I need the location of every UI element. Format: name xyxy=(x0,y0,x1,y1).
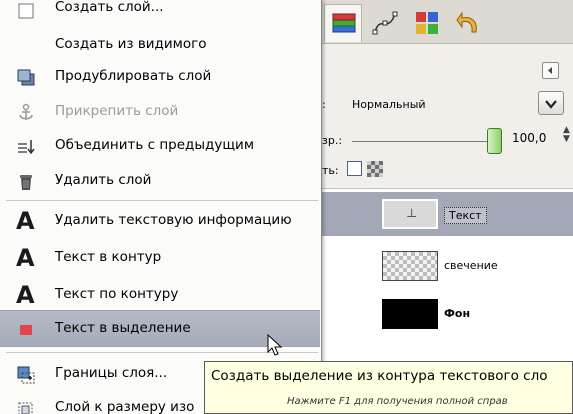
menu-item-new-layer[interactable]: Создать слой... xyxy=(0,0,320,27)
tab-paths[interactable] xyxy=(366,4,404,42)
menu-item-anchor-layer[interactable]: Прикрепить слой xyxy=(0,94,320,131)
menu-item-label: Продублировать слой xyxy=(55,68,212,84)
menu-item-label: Слой к размеру изо xyxy=(55,399,195,414)
merge-down-icon xyxy=(18,140,35,155)
menu-item-discard-text-info[interactable]: A Удалить текстовую информацию xyxy=(0,203,320,240)
menu-item-duplicate-layer[interactable]: Продублировать слой xyxy=(0,59,320,96)
menu-item-merge-down[interactable]: Объединить с предыдущим xyxy=(0,128,320,165)
layer-to-image-size-icon xyxy=(18,402,33,414)
dock-tab-bar xyxy=(318,0,573,44)
trash-icon xyxy=(20,175,32,190)
opacity-label: зр.: xyxy=(322,134,343,147)
panel-menu-button[interactable] xyxy=(542,62,559,79)
menu-item-label: Прикрепить слой xyxy=(55,103,179,119)
opacity-value[interactable]: 100,0 xyxy=(512,131,546,145)
lock-alpha-icon[interactable] xyxy=(367,161,383,177)
layer-row-background[interactable]: Фон xyxy=(318,292,573,336)
colormap-icon xyxy=(416,12,438,34)
layers-icon xyxy=(332,13,356,33)
menu-item-label: Текст по контуру xyxy=(55,286,179,302)
paths-icon xyxy=(372,11,398,35)
mode-dropdown-button[interactable] xyxy=(538,91,564,115)
lock-pixels-checkbox[interactable] xyxy=(347,161,362,176)
menu-item-text-along-path[interactable]: A Текст по контуру xyxy=(0,277,320,314)
opacity-spin-buttons[interactable]: ▲ ▼ xyxy=(560,126,573,154)
layer-name[interactable]: Текст xyxy=(444,207,487,224)
tooltip-hint: Нажмите F1 для получения полной справ xyxy=(287,396,508,407)
text-to-selection-icon xyxy=(20,325,32,335)
menu-item-label: Границы слоя... xyxy=(55,365,168,381)
menu-item-label: Текст в контур xyxy=(55,249,162,265)
menu-item-delete-layer[interactable]: Удалить слой xyxy=(0,163,320,200)
menu-item-label: Удалить слой xyxy=(55,172,152,188)
opacity-slider[interactable] xyxy=(352,141,492,142)
layer-boundary-icon xyxy=(17,366,35,384)
undo-history-icon xyxy=(456,11,477,33)
text-tool-icon: A xyxy=(16,207,35,235)
layer-thumbnail xyxy=(382,299,438,329)
mode-select[interactable]: Нормальный xyxy=(352,98,426,111)
mouse-cursor-icon xyxy=(267,334,283,356)
menu-item-label: Объединить с предыдущим xyxy=(55,137,255,153)
menu-item-label: Текст в выделение xyxy=(55,320,191,336)
layer-name[interactable]: свечение xyxy=(444,259,498,272)
layer-thumbnail xyxy=(382,251,438,281)
tooltip-text: Создать выделение из контура текстового … xyxy=(211,368,548,384)
chevron-down-icon xyxy=(545,100,557,109)
menu-item-text-to-path[interactable]: A Текст в контур xyxy=(0,240,320,277)
new-layer-icon xyxy=(18,3,34,19)
tab-undo-history[interactable] xyxy=(450,4,488,42)
text-tool-icon: A xyxy=(16,281,35,309)
duplicate-layer-icon xyxy=(17,69,35,86)
opacity-slider-handle[interactable] xyxy=(487,128,502,154)
menu-separator xyxy=(6,200,318,201)
triangle-left-icon xyxy=(548,67,552,74)
layer-row-text[interactable]: ⊥ Текст xyxy=(318,192,573,236)
layer-thumbnail: ⊥ xyxy=(382,199,438,229)
tab-colormap[interactable] xyxy=(408,4,446,42)
text-layer-glyph-icon: ⊥ xyxy=(406,206,418,220)
menu-item-label: Создать слой... xyxy=(55,0,164,15)
text-tool-icon: A xyxy=(16,244,35,272)
menu-item-label: Создать из видимого xyxy=(55,36,207,52)
anchor-icon xyxy=(19,103,33,120)
menu-item-label: Удалить текстовую информацию xyxy=(55,212,292,228)
layer-row-glow[interactable]: свечение xyxy=(318,244,573,288)
tab-layers[interactable] xyxy=(324,4,362,42)
lock-label: ть: xyxy=(322,164,339,177)
mode-label: : xyxy=(322,98,326,111)
tooltip: Создать выделение из контура текстового … xyxy=(204,361,573,414)
layer-name[interactable]: Фон xyxy=(444,307,470,320)
